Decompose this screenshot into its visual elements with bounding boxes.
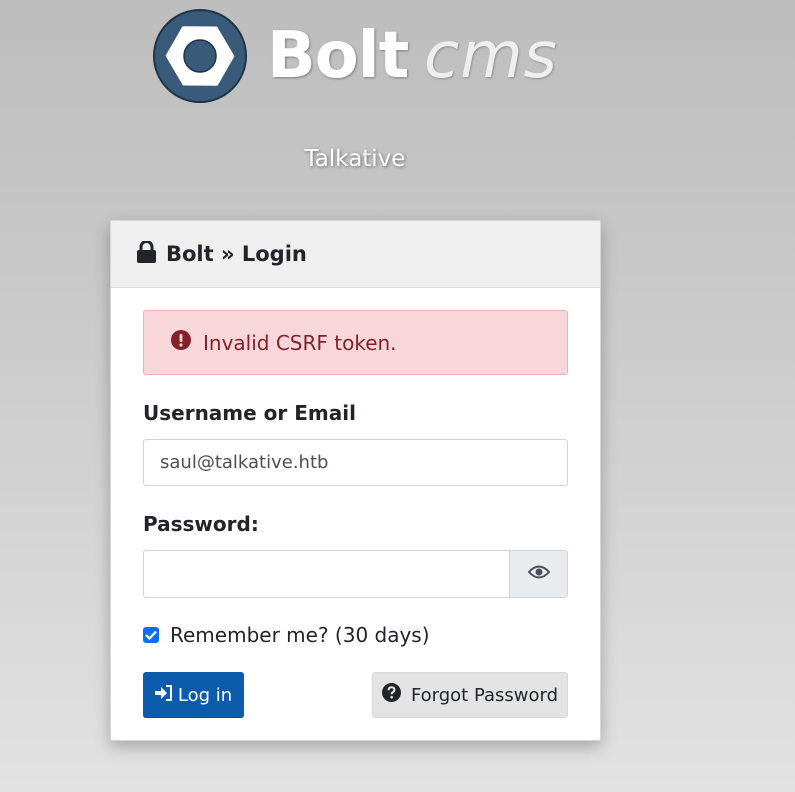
exclamation-circle-icon: [171, 330, 191, 355]
remember-me-label[interactable]: Remember me? (30 days): [170, 623, 430, 647]
card-title: Bolt » Login: [166, 242, 307, 266]
sign-in-icon: [154, 684, 173, 706]
bolt-logo: Bolt cms: [152, 8, 572, 108]
lock-icon: [137, 240, 156, 267]
logo-word-cms: cms: [424, 19, 558, 93]
bolt-nut-icon: [153, 9, 247, 103]
remember-me-row: Remember me? (30 days): [143, 623, 430, 647]
password-group: [143, 550, 568, 598]
username-input[interactable]: [143, 439, 568, 486]
password-label: Password:: [143, 512, 259, 536]
password-input[interactable]: [143, 550, 510, 598]
site-name: Talkative: [304, 146, 406, 172]
alert-message: Invalid CSRF token.: [203, 330, 397, 355]
card-header: Bolt » Login: [111, 221, 600, 288]
remember-me-checkbox[interactable]: [143, 627, 159, 643]
username-label: Username or Email: [143, 401, 356, 425]
forgot-password-button[interactable]: Forgot Password: [372, 672, 568, 718]
csrf-error-alert: Invalid CSRF token.: [143, 310, 568, 375]
question-circle-icon: [381, 683, 401, 707]
checkmark-icon: [145, 630, 157, 640]
login-button-label: Log in: [177, 684, 233, 706]
login-card: Bolt » Login Invalid CSRF token. Usernam…: [110, 220, 601, 741]
show-password-button[interactable]: [510, 550, 568, 598]
login-button[interactable]: Log in: [143, 672, 244, 718]
logo-word-bolt: Bolt: [267, 19, 409, 93]
eye-icon: [527, 564, 550, 584]
forgot-password-label: Forgot Password: [410, 684, 559, 706]
